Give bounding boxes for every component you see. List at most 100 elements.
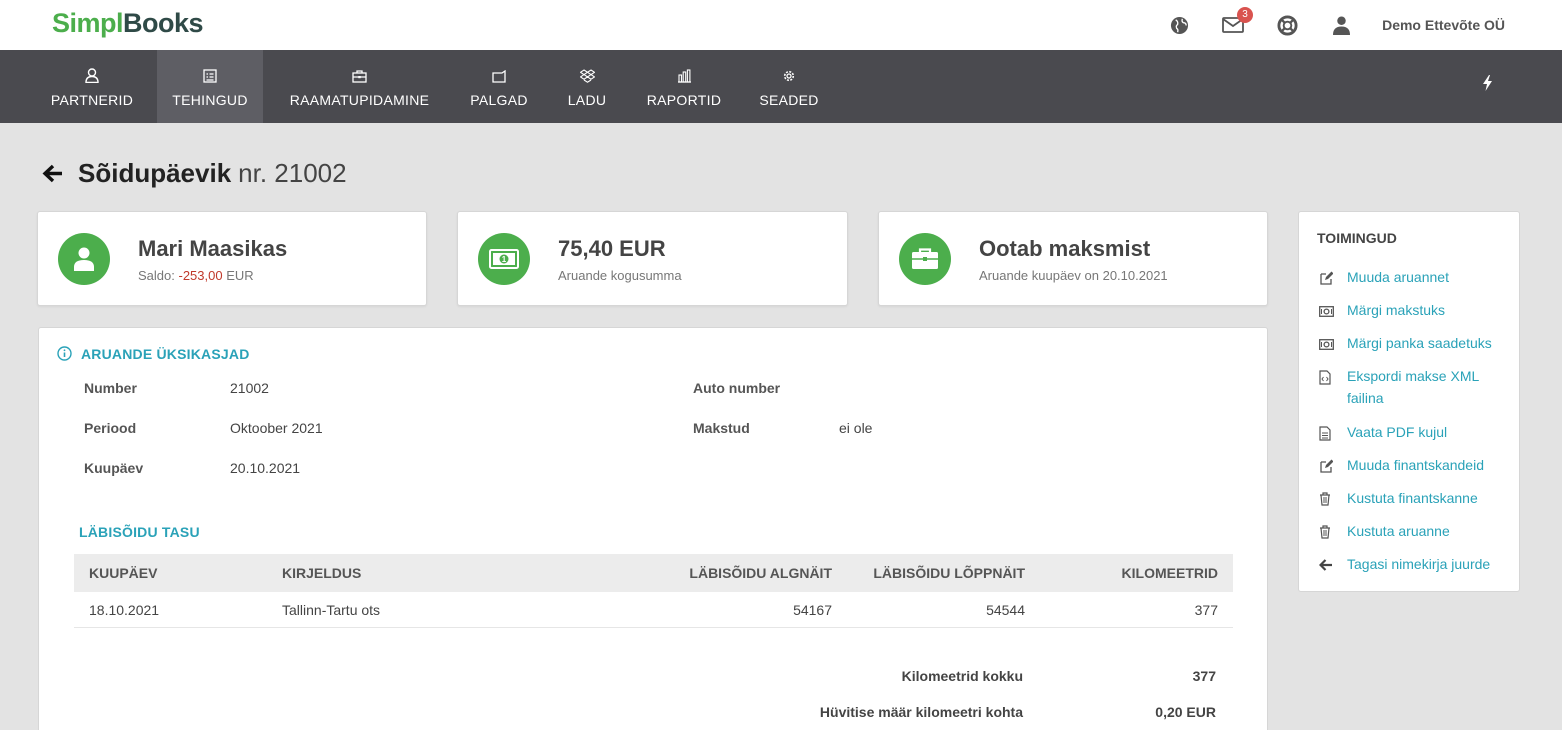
- action-back-to-list[interactable]: Tagasi nimekirja juurde: [1318, 556, 1491, 575]
- car-number-label: Auto number: [693, 380, 781, 396]
- action-delete-financial-entry[interactable]: Kustuta finantskanne: [1319, 490, 1478, 509]
- action-label: Tagasi nimekirja juurde: [1347, 556, 1491, 572]
- info-icon: [57, 346, 72, 366]
- period-label: Periood: [84, 420, 137, 436]
- money-icon: [1319, 304, 1334, 318]
- nav-label: PALGAD: [470, 92, 528, 108]
- code-file-icon: [1319, 370, 1333, 385]
- edit-icon: [1319, 459, 1334, 473]
- amount-card: 1 75,40 EUR Aruande kogusumma: [457, 211, 848, 306]
- mail-count-badge: 3: [1237, 7, 1254, 23]
- briefcase-icon: [899, 233, 951, 285]
- nav-label: LADU: [567, 92, 607, 108]
- rate-value: 0,20 EUR: [1155, 704, 1216, 720]
- paid-value: ei ole: [839, 420, 873, 436]
- nav-label: RAAMATUPIDAMINE: [289, 92, 430, 108]
- action-mark-sent-to-bank[interactable]: Märgi panka saadetuks: [1319, 335, 1492, 354]
- action-label: Kustuta aruanne: [1347, 523, 1450, 539]
- user-icon: [85, 65, 99, 83]
- top-bar: SimplBooks 3 Demo Ettevõte OÜ: [0, 0, 1562, 50]
- nav-label: RAPORTID: [646, 92, 722, 108]
- nav-item-palgad[interactable]: PALGAD: [455, 50, 543, 123]
- column-start-reading: LÄBISÕIDU ALGNÄIT: [689, 565, 832, 581]
- logo[interactable]: SimplBooks: [52, 8, 204, 39]
- mileage-table: KUUPÄEV KIRJELDUS LÄBISÕIDU ALGNÄIT LÄBI…: [74, 554, 1233, 628]
- action-view-pdf[interactable]: Vaata PDF kujul: [1319, 424, 1447, 443]
- nav-item-raamatupidamine[interactable]: RAAMATUPIDAMINE: [272, 50, 447, 123]
- column-end-reading: LÄBISÕIDU LÕPPNÄIT: [873, 565, 1025, 581]
- status-subtitle: Aruande kuupäev on 20.10.2021: [979, 268, 1168, 283]
- wallet-icon: [491, 65, 507, 83]
- nav-label: PARTNERID: [50, 92, 134, 108]
- account-icon[interactable]: [1330, 14, 1352, 36]
- action-label: Kustuta finantskanne: [1347, 490, 1478, 506]
- partner-name[interactable]: Mari Maasikas: [138, 236, 287, 262]
- nav-item-ladu[interactable]: LADU: [551, 50, 623, 123]
- action-mark-paid[interactable]: Märgi makstuks: [1319, 302, 1445, 321]
- nav-item-tehingud[interactable]: TEHINGUD: [157, 50, 263, 123]
- gear-icon: [782, 65, 796, 83]
- table-header: KUUPÄEV KIRJELDUS LÄBISÕIDU ALGNÄIT LÄBI…: [74, 554, 1233, 592]
- actions-heading: TOIMINGUD: [1317, 230, 1397, 246]
- mail-icon[interactable]: 3: [1222, 7, 1254, 36]
- top-icons: 3 Demo Ettevõte OÜ: [1136, 0, 1562, 50]
- action-delete-report[interactable]: Kustuta aruanne: [1319, 523, 1450, 542]
- svg-text:1: 1: [502, 255, 507, 264]
- details-heading: ARUANDE ÜKSIKASJAD: [81, 346, 250, 362]
- page-title-number: nr. 21002: [238, 158, 347, 188]
- action-label: Muuda finantskandeid: [1347, 457, 1484, 473]
- nav-label: TEHINGUD: [172, 92, 248, 108]
- table-row: 18.10.2021 Tallinn-Tartu ots 54167 54544…: [74, 592, 1233, 628]
- amount-value: 75,40 EUR: [558, 236, 666, 261]
- total-km-label: Kilomeetrid kokku: [901, 668, 1023, 684]
- user-icon: [58, 233, 110, 285]
- rate-label: Hüvitise määr kilomeetri kohta: [819, 704, 1023, 720]
- column-kilometers: KILOMEETRID: [1121, 565, 1218, 581]
- lifebuoy-icon[interactable]: [1276, 14, 1298, 36]
- action-edit-report[interactable]: Muuda aruannet: [1319, 269, 1449, 288]
- bar-chart-icon: [677, 65, 692, 83]
- column-date: KUUPÄEV: [89, 565, 158, 581]
- nav-label: SEADED: [759, 92, 819, 108]
- date-label: Kuupäev: [84, 460, 144, 476]
- number-label: Number: [84, 380, 137, 396]
- cell-description: Tallinn-Tartu ots: [282, 602, 381, 618]
- action-label: Muuda aruannet: [1347, 269, 1449, 285]
- period-value: Oktoober 2021: [230, 420, 323, 436]
- trash-icon: [1319, 492, 1333, 506]
- amount-subtitle: Aruande kogusumma: [558, 268, 682, 283]
- dropbox-icon: [579, 65, 595, 83]
- bolt-icon[interactable]: [1483, 75, 1492, 96]
- money-icon: 1: [478, 233, 530, 285]
- cell-date: 18.10.2021: [89, 602, 160, 618]
- action-label: Vaata PDF kujul: [1347, 424, 1448, 440]
- actions-panel: TOIMINGUD Muuda aruannet Märgi makstuks …: [1298, 211, 1520, 592]
- money-icon: [1319, 337, 1334, 351]
- logo-text-simpl: Simpl: [52, 8, 124, 38]
- arrow-left-icon[interactable]: [42, 164, 64, 183]
- date-value: 20.10.2021: [230, 460, 301, 476]
- logo-text-books: Books: [123, 8, 204, 38]
- action-label: Märgi makstuks: [1347, 302, 1446, 318]
- arrow-left-icon: [1318, 558, 1333, 572]
- saldo-value: -253,00: [178, 268, 223, 283]
- nav-item-raportid[interactable]: RAPORTID: [632, 50, 736, 123]
- action-edit-financial-entries[interactable]: Muuda finantskandeid: [1319, 457, 1484, 476]
- partner-card: Mari Maasikas Saldo: -253,00 EUR: [37, 211, 427, 306]
- cell-kilometers: 377: [1194, 602, 1218, 618]
- nav-item-seaded[interactable]: SEADED: [745, 50, 833, 123]
- globe-icon[interactable]: [1168, 14, 1190, 36]
- mileage-heading: LÄBISÕIDU TASU: [79, 524, 200, 540]
- action-label: Märgi panka saadetuks: [1347, 335, 1492, 351]
- action-export-xml[interactable]: Ekspordi makse XML failina: [1319, 368, 1497, 409]
- nav-item-partnerid[interactable]: PARTNERID: [36, 50, 148, 123]
- briefcase-icon: [352, 65, 367, 83]
- paid-label: Makstud: [693, 420, 750, 436]
- cell-start-reading: 54167: [793, 602, 832, 618]
- total-km-value: 377: [1192, 668, 1216, 684]
- column-description: KIRJELDUS: [282, 565, 362, 581]
- action-label: Ekspordi makse XML failina: [1347, 368, 1479, 406]
- company-name[interactable]: Demo Ettevõte OÜ: [1382, 17, 1505, 33]
- file-icon: [1319, 426, 1333, 441]
- partner-saldo: Saldo: -253,00 EUR: [138, 268, 254, 283]
